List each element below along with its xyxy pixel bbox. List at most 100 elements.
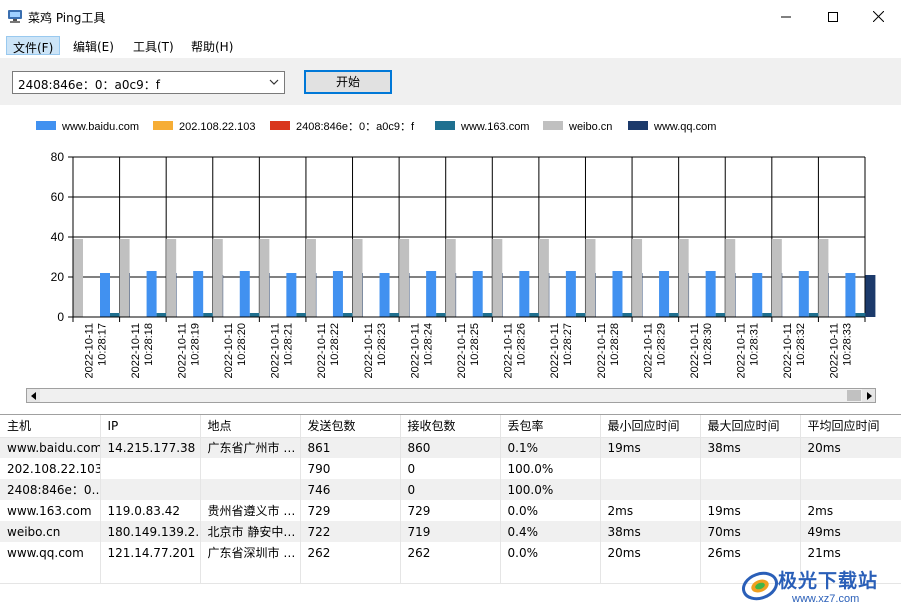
table-row[interactable]: 2408:846e：0… 746 0 100.0% (0, 479, 901, 500)
bar-www-qq-com (865, 275, 876, 317)
column-header-loss[interactable]: 丢包率 (500, 415, 601, 438)
x-tick-label-time: 10:28:18 (143, 323, 155, 366)
cell-location (200, 458, 301, 479)
app-icon (8, 10, 22, 23)
bar-weibo-cn (212, 239, 223, 317)
cell-sent: 790 (300, 458, 401, 479)
chevron-down-icon[interactable] (268, 76, 280, 88)
x-tick-label-time: 10:28:33 (842, 323, 854, 366)
bar-www-163-com (622, 313, 633, 317)
x-tick-label-date: 2022-10-11 (829, 323, 841, 378)
x-tick-label-date: 2022-10-11 (176, 323, 188, 378)
x-tick-label-time: 10:28:23 (376, 323, 388, 366)
start-button[interactable]: 开始 (304, 70, 392, 94)
x-tick-label-date: 2022-10-11 (409, 323, 421, 378)
table-row[interactable]: www.qq.com 121.14.77.201 广东省深圳市 … 262 262 0.0… (0, 542, 901, 563)
bar-www-163-com (529, 313, 540, 317)
cell-sent: 722 (300, 521, 401, 542)
close-button[interactable] (855, 0, 901, 33)
cell-location: 北京市 静安中… (200, 521, 301, 542)
legend-label: www.163.com (460, 121, 529, 133)
close-icon (872, 11, 884, 22)
cell-host: 2408:846e：0… (0, 479, 101, 500)
scroll-thumb[interactable] (847, 390, 861, 401)
bar-weibo-cn (259, 239, 270, 317)
bar-www-baidu-com (612, 271, 623, 317)
bar-www-baidu-com (379, 273, 390, 317)
menu-help[interactable]: 帮助(H) (185, 36, 239, 55)
table-row[interactable]: www.163.com 119.0.83.42 贵州省遵义市 … 729 729 0.0%… (0, 500, 901, 521)
scroll-left-button[interactable] (27, 389, 40, 402)
legend-swatch (36, 121, 56, 130)
column-header-received[interactable]: 接收包数 (400, 415, 501, 438)
bar-www-163-com (436, 313, 447, 317)
chart-scrollbar[interactable] (26, 388, 876, 403)
x-tick-label-date: 2022-10-11 (782, 323, 794, 378)
x-tick-label-time: 10:28:30 (702, 323, 714, 366)
bar-www-163-com (855, 313, 866, 317)
column-header-location[interactable]: 地点 (200, 415, 301, 438)
x-tick-label-time: 10:28:32 (795, 323, 807, 366)
menu-file[interactable]: 文件(F) (6, 36, 61, 55)
host-combobox-value: 2408:846e：0：a0c9：f (18, 78, 160, 92)
column-header-ip[interactable]: IP (100, 415, 201, 438)
empty-cell (400, 563, 501, 584)
empty-cell (200, 563, 301, 584)
x-tick-label-time: 10:28:20 (236, 323, 248, 366)
menu-bar: 文件(F) 编辑(E) 工具(T) 帮助(H) (0, 33, 901, 58)
cell-location: 广东省广州市 … (200, 437, 301, 458)
table-row[interactable]: weibo.cn 180.149.139.2… 北京市 静安中… 722 719 0.4%… (0, 521, 901, 542)
menu-tools[interactable]: 工具(T) (127, 36, 180, 55)
bar-www-baidu-com (193, 271, 204, 317)
column-header-min[interactable]: 最小回应时间 (600, 415, 701, 438)
legend-swatch (153, 121, 173, 130)
legend-swatch (270, 121, 290, 130)
cell-loss: 100.0% (500, 458, 601, 479)
column-header-sent[interactable]: 发送包数 (300, 415, 401, 438)
bar-weibo-cn (771, 239, 782, 317)
x-tick-label-time: 10:28:25 (469, 323, 481, 366)
x-tick-label-time: 10:28:24 (422, 323, 434, 366)
title-bar: 菜鸡 Ping工具 (0, 0, 901, 33)
menu-edit[interactable]: 编辑(E) (67, 36, 120, 55)
x-tick-label-date: 2022-10-11 (503, 323, 515, 378)
legend-label: 2408:846e：0：a0c9：f (296, 121, 415, 133)
scroll-right-button[interactable] (862, 389, 875, 402)
legend-label: www.baidu.com (61, 121, 139, 133)
bar-weibo-cn (73, 239, 83, 317)
cell-received: 719 (400, 521, 501, 542)
cell-max: 19ms (700, 500, 801, 521)
x-tick-label-date: 2022-10-11 (456, 323, 468, 378)
cell-sent: 861 (300, 437, 401, 458)
table-row[interactable]: www.baidu.com 14.215.177.38 广东省广州市 … 861 860… (0, 437, 901, 458)
column-header-max[interactable]: 最大回应时间 (700, 415, 801, 438)
host-combobox[interactable]: 2408:846e：0：a0c9：f (12, 71, 285, 94)
column-header-avg[interactable]: 平均回应时间 (800, 415, 901, 438)
empty-cell (500, 563, 601, 584)
table-row[interactable]: 202.108.22.103 790 0 100.0% (0, 458, 901, 479)
bar-weibo-cn (632, 239, 643, 317)
x-tick-label-time: 10:28:26 (516, 323, 528, 366)
watermark-name: 极光下载站 (778, 570, 879, 592)
column-header-host[interactable]: 主机 (0, 415, 101, 438)
cell-loss: 0.0% (500, 542, 601, 563)
bar-www-baidu-com (146, 271, 157, 317)
legend-swatch (435, 121, 455, 130)
cell-max (700, 458, 801, 479)
maximize-button[interactable] (810, 0, 856, 33)
x-tick-label-date: 2022-10-11 (316, 323, 328, 378)
bar-www-baidu-com (752, 273, 763, 317)
cell-max: 26ms (700, 542, 801, 563)
toolbar: 2408:846e：0：a0c9：f 开始 (0, 58, 901, 105)
bar-www-baidu-com (519, 271, 530, 317)
cell-host: www.qq.com (0, 542, 101, 563)
bar-www-163-com (762, 313, 773, 317)
empty-cell (300, 563, 401, 584)
cell-max: 70ms (700, 521, 801, 542)
minimize-button[interactable] (763, 0, 809, 33)
bar-www-baidu-com (426, 271, 437, 317)
bar-www-baidu-com (239, 271, 250, 317)
cell-min (600, 458, 701, 479)
cell-min: 20ms (600, 542, 701, 563)
x-tick-label-time: 10:28:22 (329, 323, 341, 366)
